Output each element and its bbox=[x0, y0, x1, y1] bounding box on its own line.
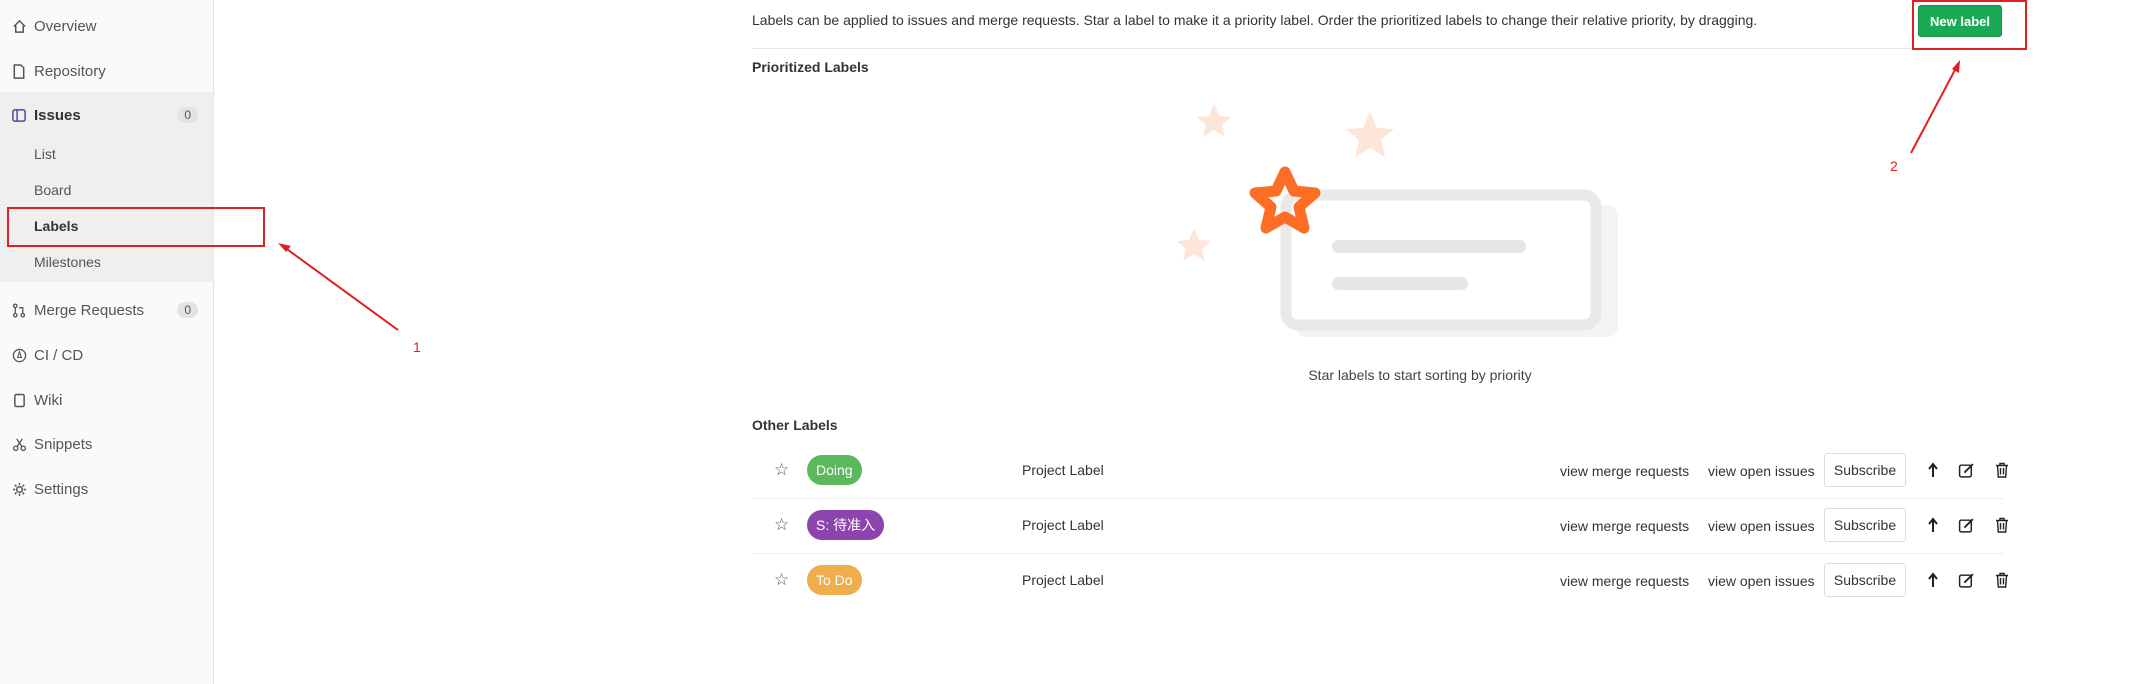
annotation-number-2: 2 bbox=[1890, 158, 1898, 174]
annotation-arrows bbox=[278, 60, 1960, 331]
annotation-number-1: 1 bbox=[413, 339, 421, 355]
